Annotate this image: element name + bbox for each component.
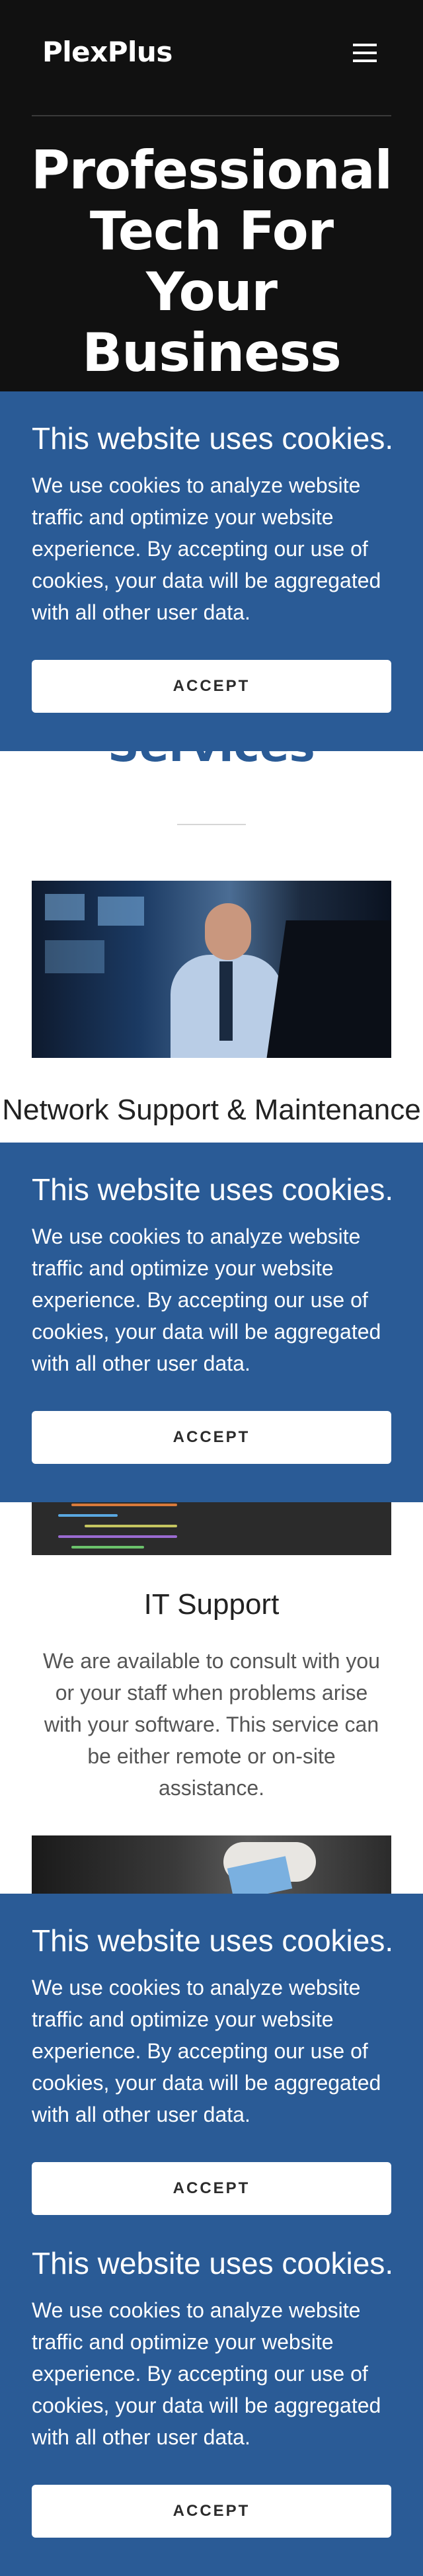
accept-cookies-button[interactable]: ACCEPT [32,2485,391,2538]
cookie-banner-text: We use cookies to analyze website traffi… [32,1976,381,2126]
cookie-banner-text: We use cookies to analyze website traffi… [32,1225,381,1375]
cookie-banner-text: We use cookies to analyze website traffi… [32,2298,381,2449]
cookie-banner: This website uses cookies. We use cookie… [0,2216,423,2576]
accept-cookies-button[interactable]: ACCEPT [32,2162,391,2215]
cookie-banner: This website uses cookies. We use cookie… [0,1894,423,2216]
cookie-banner-title: This website uses cookies. [32,421,394,456]
hero-divider [32,115,391,116]
brand-logo[interactable]: PlexPlus [42,36,173,68]
cookie-banner: This website uses cookies. We use cookie… [0,1143,423,1502]
accept-cookies-button[interactable]: ACCEPT [32,1411,391,1464]
service-title-it-support: IT Support [143,1588,280,1621]
cookie-banner-title: This website uses cookies. [32,1923,394,1958]
accept-cookies-button[interactable]: ACCEPT [32,660,391,713]
service-title-network: Network Support & Maintenance [2,1094,421,1126]
service-description-it-support: We are available to consult with you or … [43,1649,380,1800]
cookie-banner-title: This website uses cookies. [32,2246,394,2280]
hamburger-menu-icon[interactable] [350,44,379,69]
robot-arm-tablet-photo [32,1835,391,1895]
section-divider [177,824,246,825]
technician-at-computer-photo [32,881,391,1058]
hero-title: Professional Tech For Your Business [30,140,393,383]
cookie-banner: This website uses cookies. We use cookie… [0,391,423,751]
hero-section: PlexPlus Professional Tech For Your Busi… [0,0,423,410]
cookie-banner-text: We use cookies to analyze website traffi… [32,473,381,624]
cookie-banner-title: This website uses cookies. [32,1172,394,1207]
